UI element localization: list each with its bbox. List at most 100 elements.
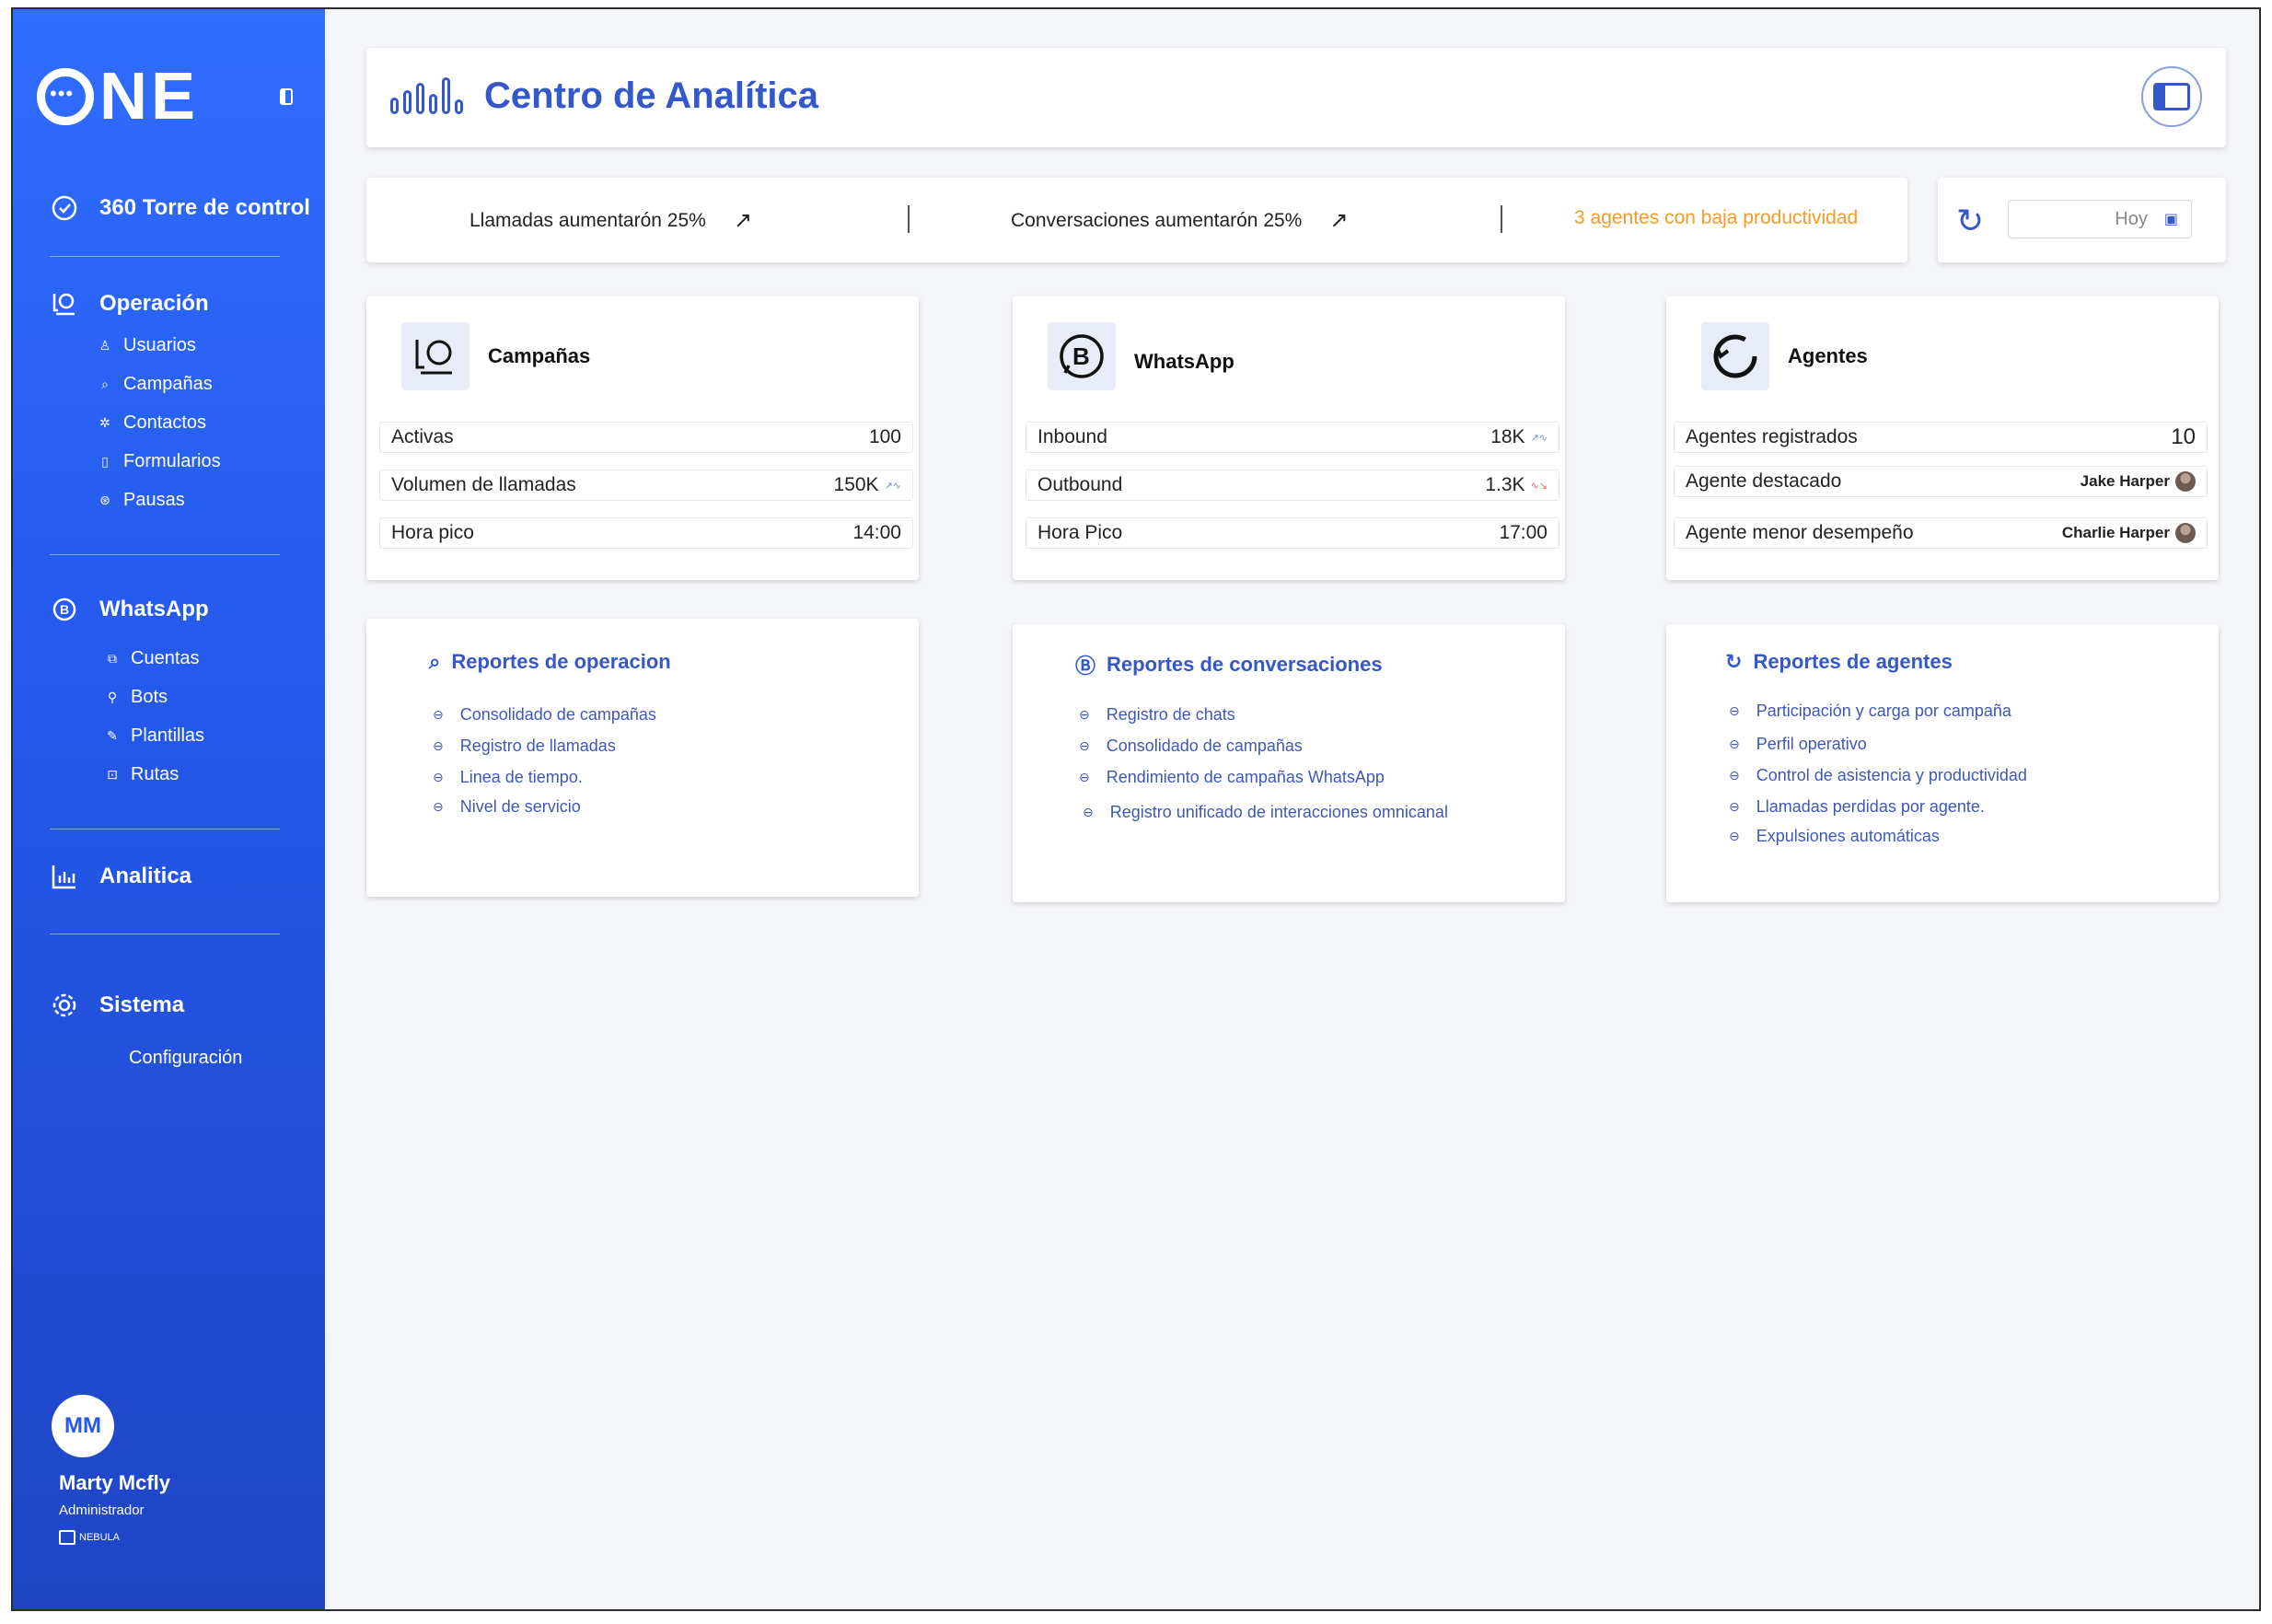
app-window: NE 360 Torre de control Operación ♙ Usua… (11, 7, 2261, 1611)
divider (50, 256, 280, 257)
report-section-title[interactable]: ⌕ Reportes de operacion (429, 650, 671, 674)
sidebar-item-analitica[interactable]: Analitica (50, 862, 191, 891)
agent-refresh-icon: ↻ (1725, 650, 1743, 673)
report-link[interactable]: ⊖ Registro de chats (1079, 705, 1235, 725)
report-link[interactable]: ⊖ Expulsiones automáticas (1729, 827, 1940, 846)
report-link[interactable]: ⊖ Registro unificado de interacciones omn… (1083, 803, 1448, 822)
agent-chip[interactable]: Charlie Harper (2062, 523, 2196, 543)
metric-row: Activas 100 (379, 422, 913, 453)
sidebar-subitem-cuentas[interactable]: ⧉ Cuentas (105, 648, 200, 669)
metric-label: Agente menor desempeño (1686, 522, 1914, 543)
report-link[interactable]: ⊖ Rendimiento de campañas WhatsApp (1079, 768, 1385, 787)
logo-text: NE (99, 60, 200, 133)
bot-icon: ⚲ (107, 690, 118, 704)
report-link-label: Registro de chats (1106, 705, 1235, 724)
bullet-icon: ⊖ (1079, 738, 1090, 753)
sidebar-item-sistema[interactable]: Sistema (50, 991, 184, 1020)
brand-icon (59, 1530, 75, 1545)
metric-row: Inbound 18K ↗∿ (1026, 422, 1559, 453)
page-header: Centro de Analítica (366, 48, 2226, 147)
date-picker-input[interactable]: Hoy ▣ (2008, 200, 2192, 238)
bullet-icon: ⊖ (1083, 805, 1094, 819)
metric-row: Agentes registrados 10 (1674, 422, 2208, 453)
report-link[interactable]: ⊖ Linea de tiempo. (433, 768, 583, 787)
report-link[interactable]: ⊖ Registro de llamadas (433, 737, 616, 756)
date-filter-panel: ↻ Hoy ▣ (1938, 178, 2226, 262)
sidebar-subitem-formularios[interactable]: ▯ Formularios (98, 451, 220, 472)
agent-chip[interactable]: Jake Harper (2081, 471, 2196, 492)
stat-calls-text: Llamadas aumentarón 25% (469, 209, 706, 231)
sidebar-subitem-usuarios[interactable]: ♙ Usuarios (98, 335, 196, 356)
bullet-icon: ⊖ (433, 770, 444, 784)
user-name: Marty Mcfly (59, 1471, 171, 1494)
report-link[interactable]: ⊖ Consolidado de campañas (1079, 737, 1303, 756)
report-section-title[interactable]: Ⓑ Reportes de conversaciones (1075, 650, 1383, 679)
sidebar-subitem-plantillas[interactable]: ✎ Plantillas (105, 725, 204, 747)
sidebar-subitem-rutas[interactable]: ⊡ Rutas (105, 764, 179, 785)
sidebar-item-whatsapp[interactable]: B WhatsApp (50, 595, 209, 624)
report-link-label: Nivel de servicio (459, 797, 581, 816)
card-title: Agentes (1788, 344, 1868, 367)
report-link[interactable]: ⊖ Perfil operativo (1729, 735, 1867, 754)
report-section-title[interactable]: ↻ Reportes de agentes (1725, 650, 1953, 674)
metric-value-text: 1.3K (1485, 474, 1525, 495)
sidebar-subitem-label: Bots (131, 687, 168, 707)
metric-value: 14:00 (852, 522, 901, 544)
sidebar-subitem-label: Configuración (129, 1048, 243, 1068)
sidebar-subitem-campanas[interactable]: ⌕ Campañas (98, 374, 213, 395)
metric-row: Agente destacado Jake Harper (1674, 466, 2208, 497)
logo-chat-icon (37, 68, 94, 125)
metric-row: Outbound 1.3K ∿↘ (1026, 470, 1559, 501)
stats-bar: Llamadas aumentarón 25% ↗ Conversaciones… (366, 178, 1907, 262)
bullet-icon: ⊖ (433, 738, 444, 753)
sidebar-item-control-tower[interactable]: 360 Torre de control (50, 193, 310, 223)
sidebar-subitem-contactos[interactable]: ✲ Contactos (98, 412, 206, 434)
report-title-text: Reportes de operacion (451, 650, 671, 673)
refresh-icon[interactable]: ↻ (1956, 202, 1984, 240)
sidebar-subitem-bots[interactable]: ⚲ Bots (105, 687, 168, 708)
report-link[interactable]: ⊖ Participación y carga por campaña (1729, 702, 2011, 721)
sidebar-collapse-icon[interactable] (280, 88, 293, 105)
gear-icon (50, 991, 79, 1020)
report-title-text: Reportes de conversaciones (1107, 653, 1383, 676)
stat-agents-warning[interactable]: 3 agentes con baja productividad (1574, 207, 1858, 229)
analytics-bars-icon (390, 77, 463, 114)
brand-name: NEBULA (79, 1532, 121, 1543)
report-link[interactable]: ⊖ Consolidado de campañas (433, 705, 656, 725)
page-title: Centro de Analítica (484, 75, 819, 116)
card-whatsapp: B WhatsApp Inbound 18K ↗∿ Outbound 1.3K ∿↘… (1013, 296, 1565, 580)
bullet-icon: ⊖ (1079, 707, 1090, 722)
sidebar-item-label: WhatsApp (99, 597, 209, 621)
user-avatar[interactable]: MM (52, 1395, 114, 1457)
metric-label: Volumen de llamadas (391, 474, 576, 495)
calendar-icon: ▣ (2163, 212, 2178, 227)
app-logo[interactable]: NE (37, 60, 200, 133)
campaign-icon (401, 322, 469, 390)
bullet-icon: ⊖ (1729, 768, 1740, 783)
sidebar-item-label: Sistema (99, 992, 185, 1017)
metric-row: Volumen de llamadas 150K ↗∿ (379, 470, 913, 501)
metric-label: Activas (391, 426, 454, 447)
layout-toggle-button[interactable] (2141, 66, 2202, 127)
metric-label: Agente destacado (1686, 470, 1842, 492)
report-link[interactable]: ⊖ Nivel de servicio (433, 797, 581, 817)
report-link-label: Llamadas perdidas por agente. (1756, 797, 1985, 816)
report-link[interactable]: ⊖ Llamadas perdidas por agente. (1729, 797, 1985, 817)
chat-user-icon (50, 289, 79, 319)
sidebar-subitem-pausas[interactable]: ⊛ Pausas (98, 490, 185, 511)
stat-calls: Llamadas aumentarón 25% ↗ (469, 207, 752, 234)
sidebar-subitem-configuracion[interactable]: Configuración (129, 1048, 242, 1069)
sidebar-item-operacion[interactable]: Operación (50, 289, 209, 319)
metric-value: 150K ↗∿ (834, 474, 901, 496)
divider (50, 554, 280, 555)
svg-text:B: B (1072, 342, 1090, 370)
sidebar-subitem-label: Rutas (131, 764, 180, 784)
report-link-label: Registro unificado de interacciones omni… (1109, 803, 1448, 821)
bullet-icon: ⊖ (1729, 829, 1740, 843)
report-link-label: Consolidado de campañas (1106, 737, 1303, 755)
trend-up-icon: ↗ (1329, 208, 1349, 233)
report-link[interactable]: ⊖ Control de asistencia y productividad (1729, 766, 2027, 785)
metric-label: Hora pico (391, 522, 474, 543)
sidebar-subitem-label: Pausas (123, 490, 185, 510)
metric-value: 1.3K ∿↘ (1485, 474, 1548, 496)
